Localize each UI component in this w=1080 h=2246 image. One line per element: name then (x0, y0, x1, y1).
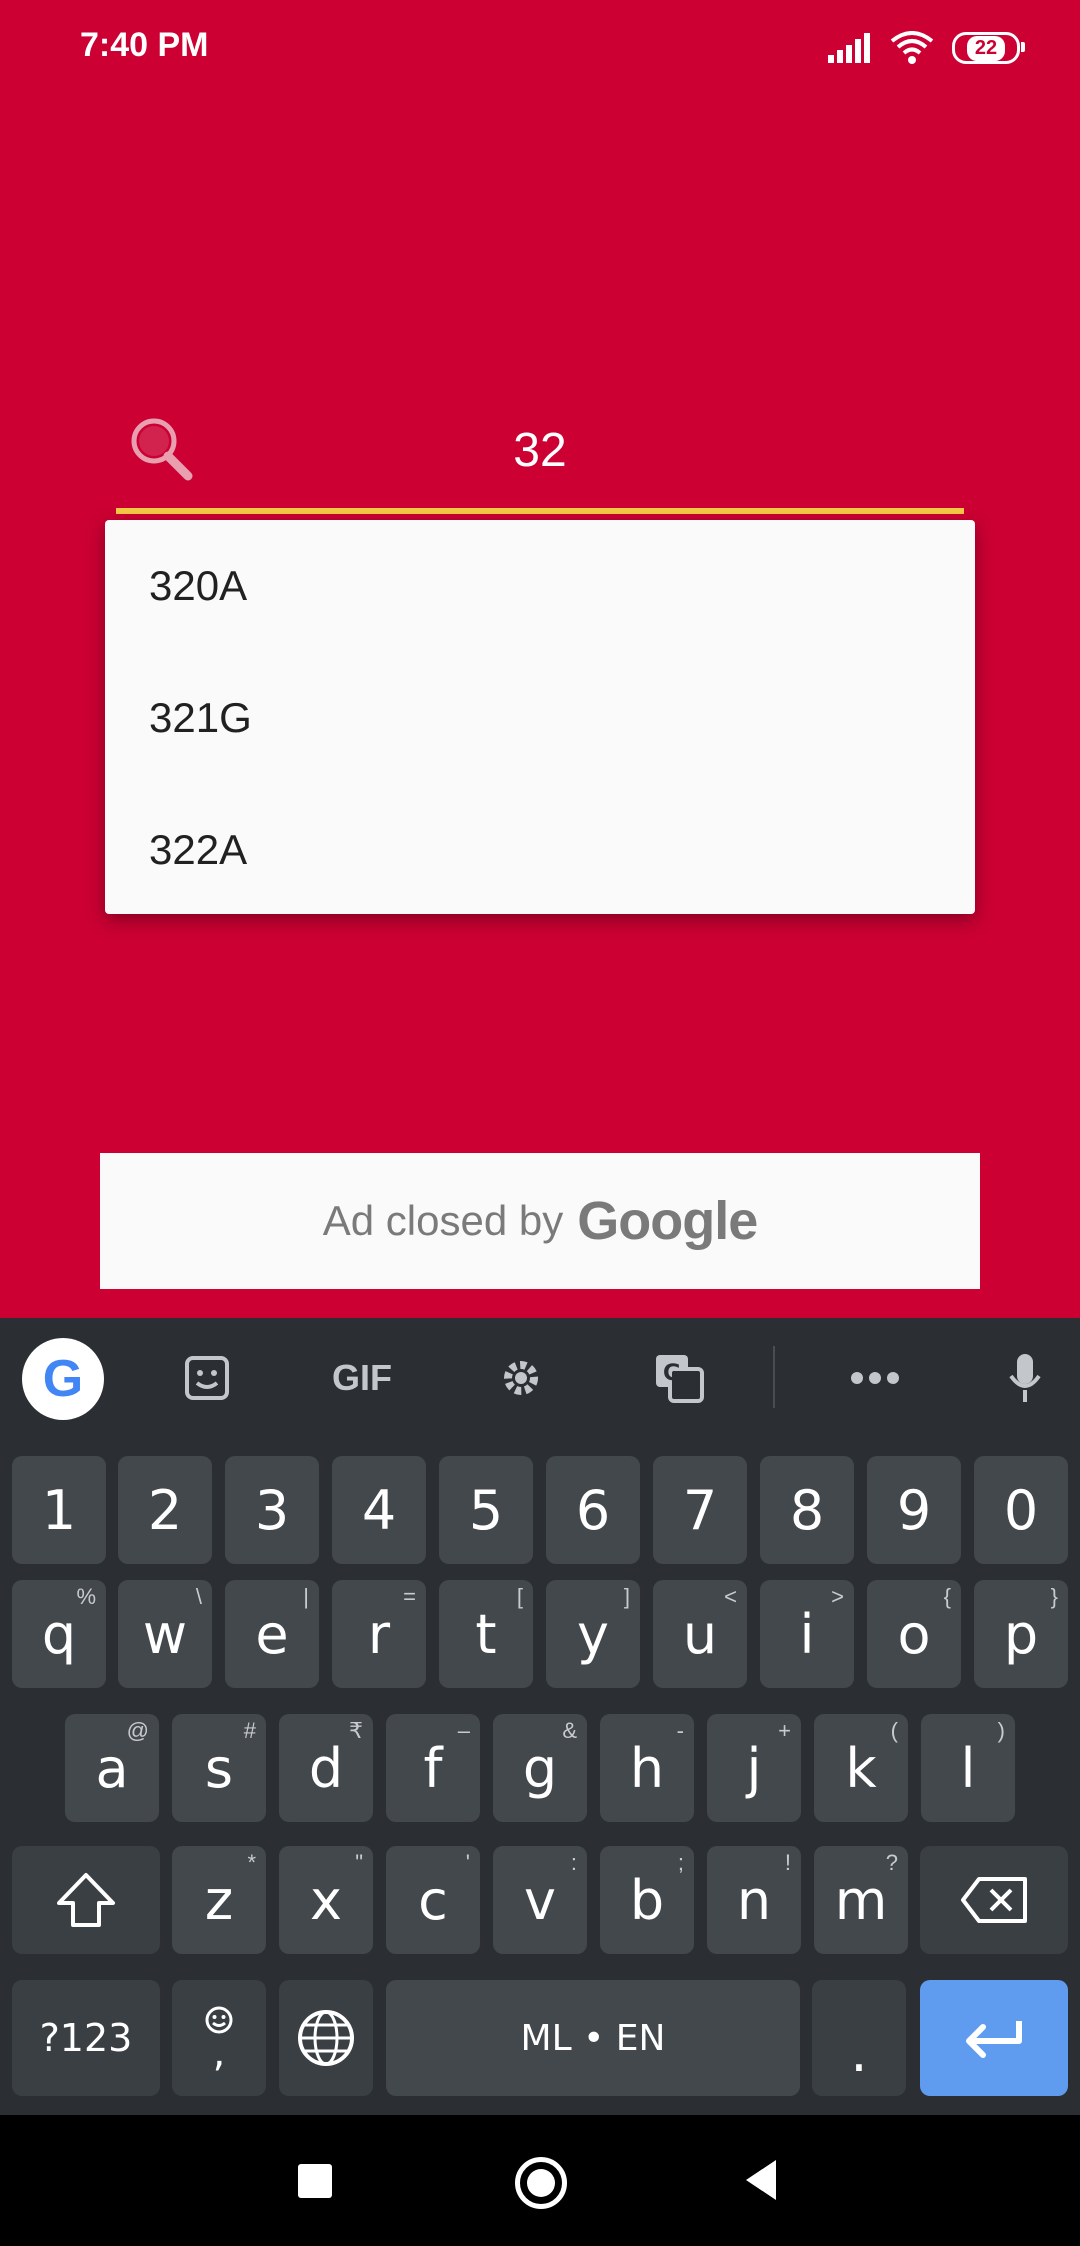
key-l[interactable]: l) (921, 1714, 1015, 1822)
key-2[interactable]: 2 (118, 1456, 212, 1564)
key-5[interactable]: 5 (439, 1456, 533, 1564)
key-o[interactable]: o{ (867, 1580, 961, 1688)
key-4[interactable]: 4 (332, 1456, 426, 1564)
key-g[interactable]: g & (493, 1714, 587, 1822)
key-u[interactable]: u < (653, 1580, 747, 1688)
key-m[interactable]: m? (814, 1846, 908, 1954)
key-c[interactable]: c ' (386, 1846, 480, 1954)
key-x[interactable]: x " (279, 1846, 373, 1954)
settings-gear-icon[interactable] (490, 1318, 552, 1438)
key-j[interactable]: j + (707, 1714, 801, 1822)
translate-icon[interactable]: G (648, 1318, 710, 1438)
microphone-icon[interactable] (998, 1318, 1052, 1438)
status-time: 7:40 PM (80, 26, 209, 64)
key-w[interactable]: w \ (118, 1580, 212, 1688)
key-e[interactable]: e | (225, 1580, 319, 1688)
key-s[interactable]: s # (172, 1714, 266, 1822)
back-icon[interactable] (746, 2160, 776, 2200)
key-8[interactable]: 8 (760, 1456, 854, 1564)
key-t[interactable]: t[ (439, 1580, 533, 1688)
ad-text: Ad closed by (322, 1197, 564, 1244)
shift-key[interactable] (12, 1846, 160, 1954)
key-z[interactable]: z * (172, 1846, 266, 1954)
key-7[interactable]: 7 (653, 1456, 747, 1564)
key-3[interactable]: 3 (225, 1456, 319, 1564)
key-k[interactable]: k( (814, 1714, 908, 1822)
key-v[interactable]: v: (493, 1846, 587, 1954)
enter-key[interactable] (920, 1980, 1068, 2096)
suggestion-item[interactable]: 321G (149, 694, 252, 742)
key-1[interactable]: 1 (12, 1456, 106, 1564)
space-key[interactable]: ML • EN (386, 1980, 800, 2096)
search-input[interactable]: 32 (116, 408, 964, 494)
shift-icon (57, 1873, 115, 1927)
svg-text:G: G (663, 1361, 681, 1386)
key-p[interactable]: p} (974, 1580, 1068, 1688)
gif-button[interactable]: GIF (326, 1318, 398, 1438)
symbols-key[interactable]: ?123 (12, 1980, 160, 2096)
ad-brand: Google (577, 1191, 758, 1251)
period-key[interactable]: . (812, 1980, 906, 2096)
toolbar-divider (773, 1346, 775, 1408)
key-n[interactable]: n! (707, 1846, 801, 1954)
home-icon[interactable] (515, 2157, 567, 2209)
key-i[interactable]: i > (760, 1580, 854, 1688)
more-icon[interactable] (842, 1318, 908, 1438)
suggestion-item[interactable]: 322A (149, 826, 247, 874)
globe-icon (298, 2010, 354, 2066)
sticker-icon[interactable] (174, 1318, 240, 1438)
key-d[interactable]: d ₹ (279, 1714, 373, 1822)
emoji-comma-key[interactable]: , (172, 1980, 266, 2096)
key-9[interactable]: 9 (867, 1456, 961, 1564)
enter-icon (966, 2021, 1022, 2058)
language-key[interactable] (279, 1980, 373, 2096)
key-a[interactable]: a @ (65, 1714, 159, 1822)
keyboard: G GIF G 1 2 3 4 5 6 7 8 9 0 q% w \ e | r = … (0, 1318, 1080, 2115)
key-f[interactable]: f – (386, 1714, 480, 1822)
wifi-icon (890, 31, 934, 64)
battery-level: 22 (966, 35, 1006, 61)
recent-apps-icon[interactable] (298, 2164, 332, 2198)
key-q[interactable]: q% (12, 1580, 106, 1688)
search-underline (116, 508, 964, 514)
ad-banner: Ad closed by Google (100, 1153, 980, 1289)
key-b[interactable]: b; (600, 1846, 694, 1954)
suggestion-list: 320A 321G 322A (105, 520, 975, 914)
key-r[interactable]: r = (332, 1580, 426, 1688)
battery-icon: 22 (952, 32, 1025, 64)
key-y[interactable]: y] (546, 1580, 640, 1688)
suggestion-item[interactable]: 320A (149, 562, 247, 610)
backspace-icon (961, 1877, 1027, 1923)
key-0[interactable]: 0 (974, 1456, 1068, 1564)
key-6[interactable]: 6 (546, 1456, 640, 1564)
backspace-key[interactable] (920, 1846, 1068, 1954)
signal-icon (828, 33, 870, 63)
google-icon[interactable]: G (22, 1338, 104, 1420)
key-h[interactable]: h- (600, 1714, 694, 1822)
status-icons: 22 (828, 30, 1025, 66)
